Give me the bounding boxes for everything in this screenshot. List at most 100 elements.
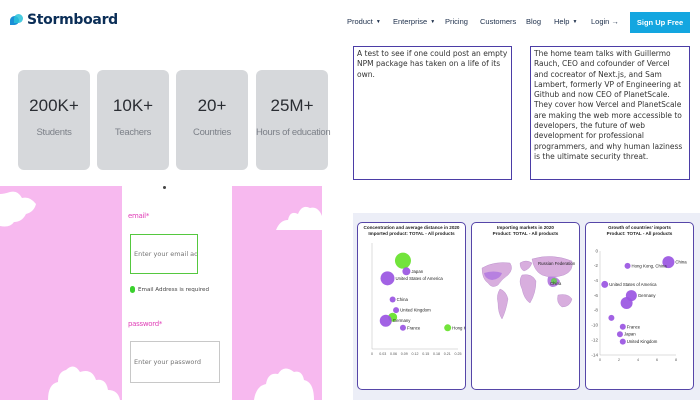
- data-point: [393, 307, 400, 314]
- point-label: United States of America: [395, 276, 443, 281]
- cloud-icon: [0, 191, 120, 400]
- data-point: [616, 331, 623, 338]
- point-label: China: [675, 260, 687, 265]
- point-label: France: [627, 324, 641, 329]
- data-point: [379, 314, 392, 327]
- x-tick-label: 0.18: [433, 352, 440, 356]
- top-navigation-bar: Stormboard Product ▼ Enterprise ▼ Pricing …: [0, 0, 700, 46]
- stat-label: Countries: [193, 127, 231, 138]
- data-point: [399, 324, 406, 331]
- y-tick-label: -14: [591, 352, 598, 357]
- data-point: [608, 314, 615, 321]
- nav-pricing[interactable]: Pricing: [445, 17, 480, 26]
- x-tick-label: 0.21: [444, 352, 451, 356]
- data-point: [444, 324, 452, 332]
- point-label: China: [397, 297, 409, 302]
- decorative-background-left: [0, 186, 122, 400]
- point-label: United States of America: [609, 282, 657, 287]
- x-tick-label: 0.12: [412, 352, 419, 356]
- logo[interactable]: Stormboard: [10, 12, 118, 28]
- text-card: The home team talks with Guillermo Rauch…: [530, 46, 690, 180]
- email-validation-hint: Email Address is required: [130, 286, 209, 293]
- email-label-text: email: [128, 212, 146, 220]
- x-tick-label: 6: [656, 358, 658, 362]
- data-point: [380, 271, 395, 286]
- chevron-down-icon: ▼: [430, 18, 436, 25]
- email-hint-text: Email Address is required: [138, 286, 210, 293]
- point-label: United Kingdom: [627, 339, 658, 344]
- x-tick-label: 0.15: [422, 352, 429, 356]
- sign-up-button[interactable]: Sign Up Free: [630, 12, 690, 33]
- chart-panel-importing-markets: Importing markets in 2020 Product: TOTAL…: [471, 222, 580, 390]
- scatter-chart: 0 2 4 6 8 0 -2 -4 -6 -8 -10 -12 -14 China Hong Kong, C…: [591, 248, 687, 362]
- chart-panel-concentration: Concentration and average distance in 20…: [357, 222, 466, 390]
- point-label: Germany: [638, 293, 657, 298]
- nav-login[interactable]: Login →: [591, 17, 631, 26]
- x-tick-label: 4: [637, 358, 639, 362]
- stat-card-students: 200K+ Students: [18, 70, 90, 170]
- stat-value: 25M+: [270, 96, 314, 115]
- map-label: China: [550, 281, 562, 286]
- data-point: [601, 280, 609, 288]
- nav-login-label: Login →: [591, 17, 619, 26]
- x-tick-label: 8: [675, 358, 677, 362]
- chevron-down-icon: ▼: [375, 18, 381, 25]
- brand-name: Stormboard: [27, 12, 118, 28]
- stat-value: 20+: [197, 96, 227, 115]
- nav-enterprise-label: Enterprise: [393, 17, 428, 26]
- data-point: [624, 262, 631, 269]
- point-label: Hong Kong, China: [632, 263, 668, 268]
- x-tick-label: 0.09: [401, 352, 408, 356]
- x-tick-label: 0.06: [390, 352, 397, 356]
- data-point: [619, 323, 626, 330]
- stat-card-countries: 20+ Countries: [176, 70, 248, 170]
- decorative-background-right: [232, 186, 322, 400]
- point-label: Germany: [393, 318, 412, 323]
- x-tick-label: 2: [618, 358, 620, 362]
- data-point: [619, 338, 626, 345]
- nav-product-label: Product: [347, 17, 373, 26]
- stat-label: Hours of education: [256, 127, 331, 138]
- y-tick-label: -12: [591, 337, 598, 342]
- password-label-text: password: [128, 320, 159, 328]
- x-tick-label: 0.03: [379, 352, 386, 356]
- point-label: Japan: [624, 332, 636, 337]
- x-tick-label: 0: [371, 352, 373, 356]
- y-tick-label: -2: [594, 263, 599, 268]
- nav-blog[interactable]: Blog: [526, 17, 554, 26]
- bullet-dot: [163, 186, 166, 189]
- data-point: [394, 252, 411, 269]
- point-label: Japan: [411, 269, 423, 274]
- x-tick-label: 0.25: [455, 352, 462, 356]
- map-label: Russian Federation: [538, 261, 576, 266]
- nav-customers[interactable]: Customers: [480, 17, 526, 26]
- data-point: [620, 297, 633, 309]
- main-nav: Product ▼ Enterprise ▼ Pricing Customers B…: [347, 17, 631, 26]
- y-tick-label: -4: [594, 278, 599, 283]
- nav-enterprise[interactable]: Enterprise ▼: [393, 17, 445, 26]
- nav-customers-label: Customers: [480, 17, 517, 26]
- y-tick-label: -10: [591, 323, 598, 328]
- chevron-down-icon: ▼: [572, 18, 578, 25]
- y-tick-label: -8: [594, 308, 599, 313]
- point-label: Hong Kong, China: [452, 325, 466, 330]
- password-field[interactable]: [130, 341, 220, 383]
- nav-blog-label: Blog: [526, 17, 542, 26]
- stat-value: 200K+: [29, 96, 79, 115]
- stat-label: Students: [36, 127, 72, 138]
- stat-card-teachers: 10K+ Teachers: [97, 70, 169, 170]
- nav-pricing-label: Pricing: [445, 17, 468, 26]
- nav-help[interactable]: Help ▼: [554, 17, 591, 26]
- data-point: [402, 267, 411, 276]
- stat-value: 10K+: [112, 96, 154, 115]
- world-map: Russian Federation China: [481, 256, 576, 320]
- email-field[interactable]: [130, 234, 198, 274]
- stormboard-logo-icon: [10, 13, 24, 27]
- y-tick-label: 0: [595, 248, 598, 253]
- text-card-body: The home team talks with Guillermo Rauch…: [534, 49, 683, 161]
- nav-product[interactable]: Product ▼: [347, 17, 393, 26]
- x-tick-label: 0: [599, 358, 601, 362]
- point-label: United Kingdom: [400, 308, 431, 313]
- scatter-chart: 0 0.03 0.06 0.09 0.12 0.15 0.18 0.21 0.25 Japan Un…: [371, 243, 466, 356]
- chart-panel-growth: Growth of countries' imports Product: TO…: [585, 222, 694, 390]
